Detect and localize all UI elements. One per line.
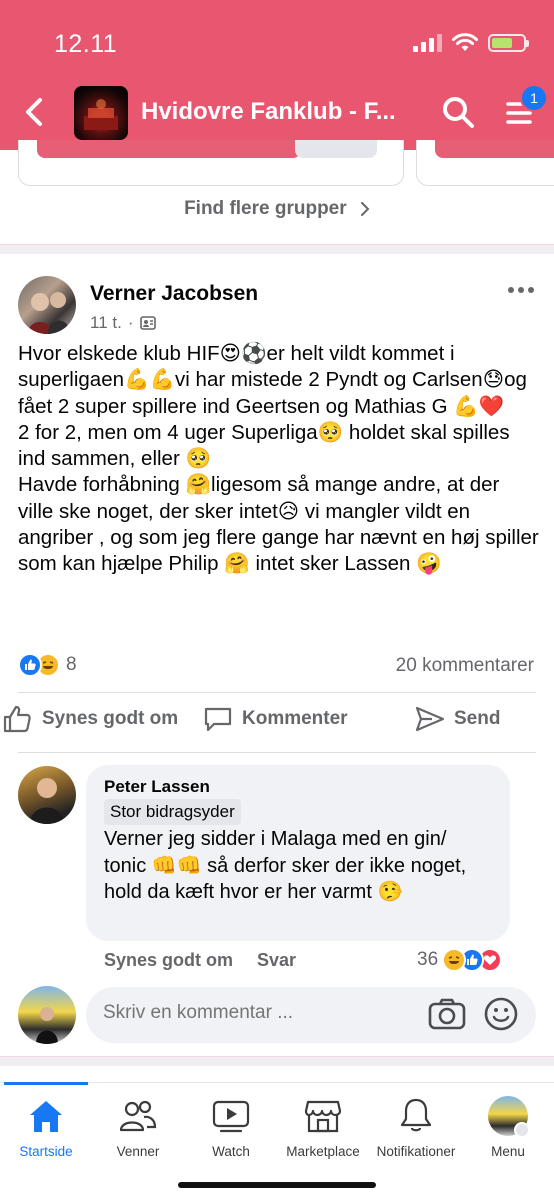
section-divider [0,244,554,254]
commenter-avatar[interactable] [18,766,76,824]
bell-icon [400,1098,432,1132]
reaction-count: 8 [66,654,77,675]
comment-actions: Synes godt om Svar [104,950,296,971]
comment-button[interactable]: Kommenter [202,704,348,734]
home-indicator [178,1182,376,1188]
avatar-photo-icon [28,292,70,334]
like-button[interactable]: Synes godt om [2,704,178,734]
nav-label: Marketplace [286,1144,360,1159]
menu-lines-icon [514,1122,530,1138]
comment-author-name[interactable]: Peter Lassen [104,777,210,797]
suggested-groups [0,140,554,190]
section-divider [0,1056,554,1066]
comment-reactions[interactable]: 36 [417,948,503,972]
author-avatar[interactable] [18,276,76,334]
comment-text: Verner jeg sidder i Malaga med en gin/ t… [104,828,467,903]
nav-marketplace[interactable]: Marketplace [273,1096,373,1159]
like-label: Synes godt om [42,708,179,729]
wifi-icon [452,33,478,51]
nav-label: Startside [19,1144,73,1159]
home-icon [30,1101,62,1132]
status-icons [413,33,529,53]
remove-button[interactable] [295,140,377,158]
comment-reply-button[interactable]: Svar [257,950,296,971]
nav-label: Watch [212,1144,250,1159]
page-title[interactable]: Hvidovre Fanklub - F... [141,98,411,126]
suggested-group-card[interactable] [18,140,404,186]
back-arrow-icon[interactable] [20,95,50,129]
marketplace-icon [304,1100,342,1133]
my-avatar[interactable] [18,986,76,1044]
nav-label: Venner [116,1144,160,1159]
thumbs-up-icon [3,705,31,733]
active-tab-indicator [4,1082,88,1085]
share-label: Send [454,708,501,729]
find-more-groups-link[interactable]: Find flere grupper [0,198,554,220]
group-privacy-icon [139,316,156,330]
post-body: Hvor elskede klub HIF😍⚽er helt vildt kom… [18,342,539,576]
post-text: Hvor elskede klub HIF😍⚽er helt vildt kom… [18,341,540,578]
comment-reaction-count: 36 [417,949,439,970]
camera-icon[interactable] [428,997,466,1031]
divider [18,752,536,753]
post-meta: 11 t. · [90,313,156,333]
status-time: 12.11 [54,30,118,58]
nav-menu[interactable]: Menu [458,1096,554,1159]
like-reaction-icon [18,653,42,677]
avatar-photo-icon [36,1007,58,1044]
share-button[interactable]: Send [414,704,500,734]
post-time[interactable]: 11 t. [90,313,122,333]
post-reactions[interactable]: 8 [18,653,77,677]
comment-label: Kommenter [242,708,348,729]
comment-bubble-icon [204,707,232,732]
notification-badge: 1 [520,84,548,112]
avatar-photo-icon [30,778,64,824]
send-icon [415,706,445,732]
emoji-icon[interactable] [483,996,519,1032]
comment-input[interactable] [103,1002,403,1024]
stadium-image-icon [84,99,118,130]
post-author-name[interactable]: Verner Jacobsen [90,282,258,306]
join-button[interactable] [435,140,554,158]
nav-label: Notifikationer [376,1144,456,1159]
chevron-right-icon [360,201,370,216]
search-icon[interactable] [440,94,476,130]
comment-count[interactable]: 20 kommentarer [396,655,534,677]
nav-label: Menu [491,1144,525,1159]
group-avatar[interactable] [74,86,128,140]
haha-reaction-icon [442,948,467,972]
friends-icon [119,1100,157,1132]
nav-watch[interactable]: Watch [181,1096,281,1159]
comment-like-button[interactable]: Synes godt om [104,950,233,971]
more-options-icon[interactable] [506,281,536,299]
cellular-signal-icon [413,34,442,52]
meta-separator: · [127,313,134,332]
nav-notifications[interactable]: Notifikationer [366,1096,466,1159]
nav-home[interactable]: Startside [0,1096,96,1159]
watch-icon [212,1100,250,1133]
post-actions: Synes godt om Kommenter Send [0,704,554,744]
divider [18,692,536,693]
suggested-group-card[interactable] [416,140,554,186]
join-button[interactable] [37,140,301,158]
contributor-badge: Stor bidragsyder [104,799,241,825]
find-more-label: Find flere grupper [184,198,347,219]
battery-icon [488,34,529,52]
nav-friends[interactable]: Venner [88,1096,188,1159]
